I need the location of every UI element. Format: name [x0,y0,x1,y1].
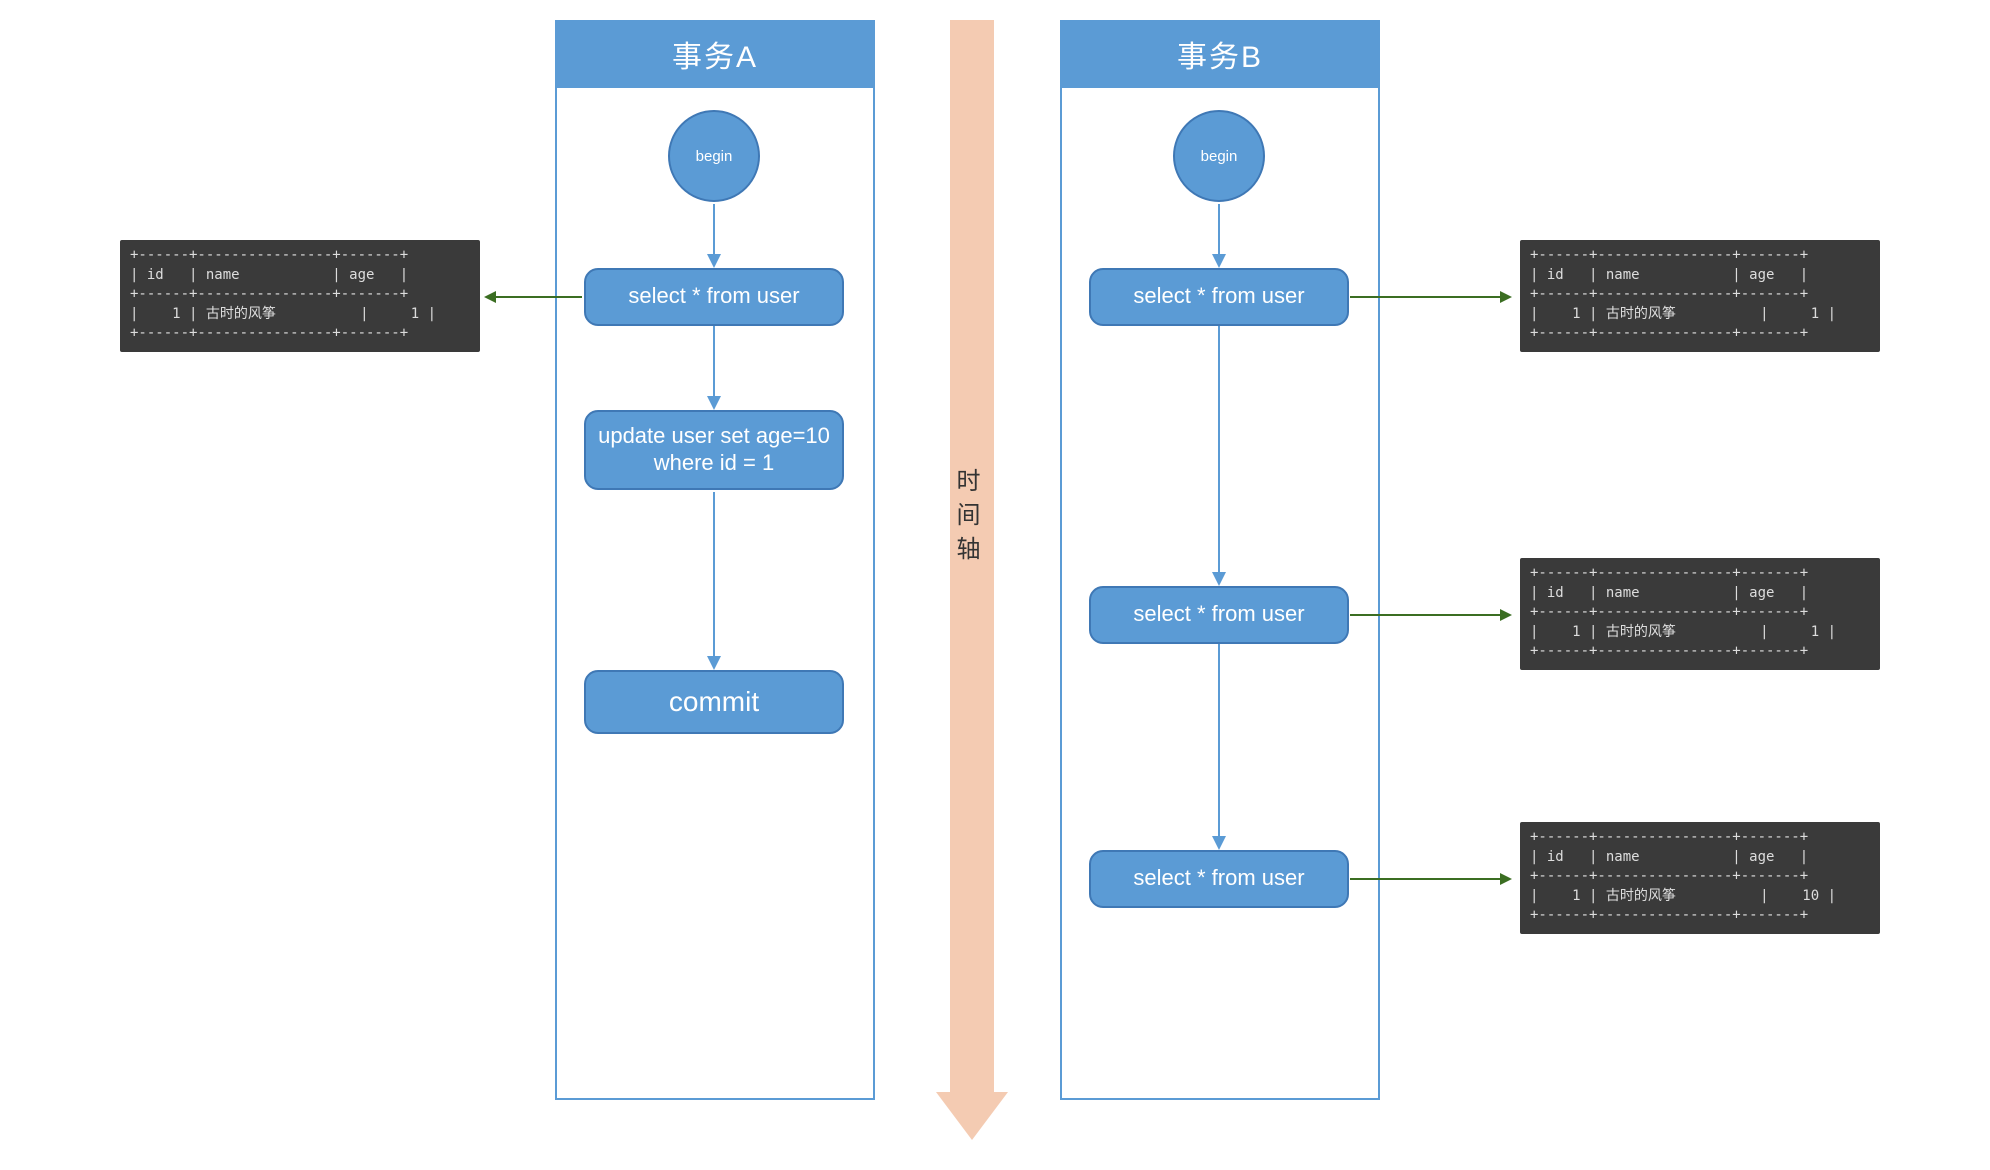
connector-b3-result [1350,878,1510,880]
result-b1: +------+----------------+-------+ | id |… [1520,240,1880,352]
diagram-canvas: 时间轴 事务A begin select * from user update … [0,0,1990,1170]
step-label: select * from user [628,282,799,310]
arrow-b-begin-to-1 [1209,204,1229,268]
step-b-select-2: select * from user [1089,586,1349,644]
connector-b1-result [1350,296,1510,298]
step-label: select * from user [1133,282,1304,310]
result-b3: +------+----------------+-------+ | id |… [1520,822,1880,934]
lane-b-title: 事务B [1062,22,1378,88]
arrow-a-2-to-3 [704,492,724,670]
begin-node-b: begin [1173,110,1265,202]
connector-a1-result [486,296,582,298]
begin-label: begin [1201,148,1238,165]
connector-b2-result [1350,614,1510,616]
step-b-select-1: select * from user [1089,268,1349,326]
step-a-update: update user set age=10 where id = 1 [584,410,844,490]
step-a-select: select * from user [584,268,844,326]
begin-label: begin [696,148,733,165]
begin-node-a: begin [668,110,760,202]
step-b-select-3: select * from user [1089,850,1349,908]
arrow-b-1-to-2 [1209,326,1229,586]
step-label: select * from user [1133,864,1304,892]
timeline-arrow: 时间轴 [950,20,994,1140]
arrow-b-2-to-3 [1209,644,1229,850]
lane-a-title: 事务A [557,22,873,88]
step-a-commit: commit [584,670,844,734]
result-b2: +------+----------------+-------+ | id |… [1520,558,1880,670]
arrow-a-begin-to-1 [704,204,724,268]
step-label: select * from user [1133,600,1304,628]
result-a1: +------+----------------+-------+ | id |… [120,240,480,352]
arrow-a-1-to-2 [704,326,724,410]
step-label: commit [669,684,759,719]
step-label: update user set age=10 where id = 1 [598,422,830,477]
timeline-label: 时间轴 [961,468,983,570]
